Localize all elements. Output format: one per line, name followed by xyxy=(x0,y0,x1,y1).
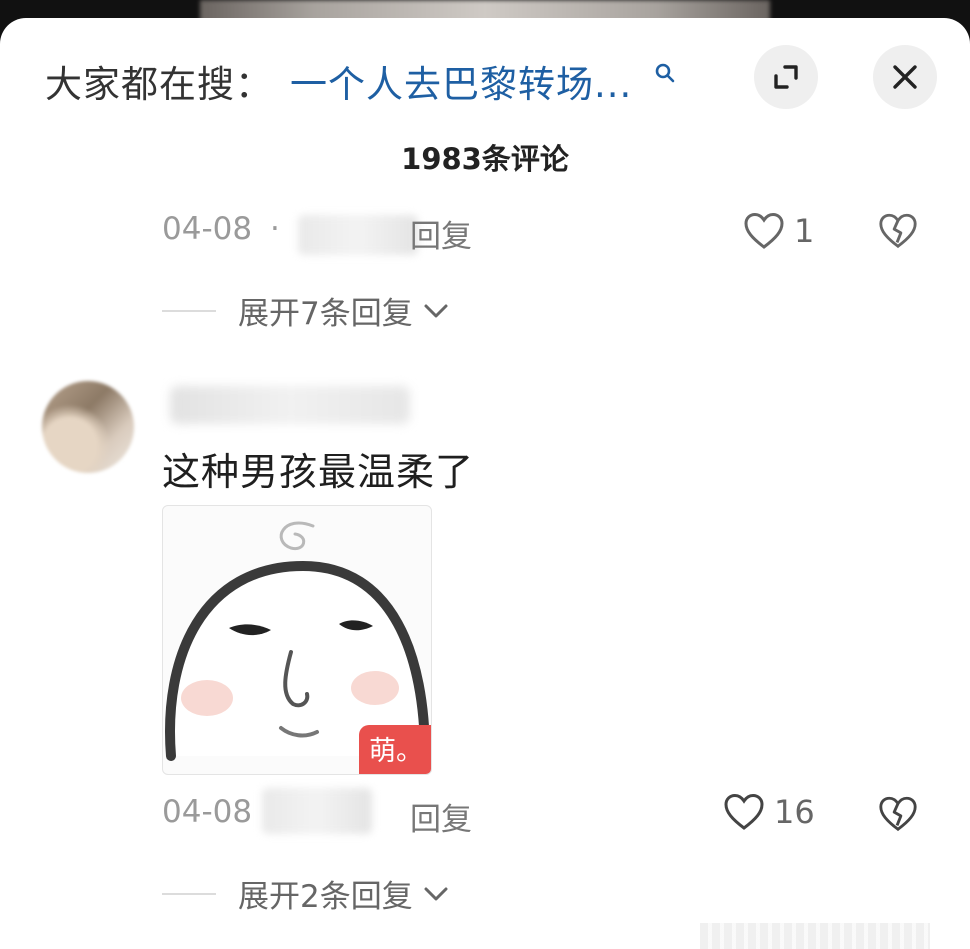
expand-replies-button[interactable]: 展开7条回复 xyxy=(162,288,451,333)
username-blur xyxy=(170,386,410,424)
heart-icon xyxy=(744,212,784,249)
expand-replies-label: 展开7条回复 xyxy=(238,296,413,332)
heart-icon xyxy=(724,793,764,830)
comments-header: 大家都在搜： 一个人去巴黎转场... xyxy=(0,18,970,138)
comment-count-title: 1983条评论 xyxy=(401,142,569,176)
watermark xyxy=(700,923,930,949)
expand-replies-button[interactable]: 展开2条回复 xyxy=(162,871,451,916)
comments-sheet: 大家都在搜： 一个人去巴黎转场... 1983条评论 04-08 · 回复 1 xyxy=(0,18,970,949)
location-blur xyxy=(298,215,418,255)
comment-date: 04-08 xyxy=(162,211,253,247)
chevron-down-icon xyxy=(424,304,448,317)
close-button[interactable] xyxy=(873,45,937,109)
like-button[interactable]: 1 xyxy=(742,211,814,251)
like-button[interactable]: 16 xyxy=(722,792,815,832)
sticker-image[interactable]: 萌。 xyxy=(162,505,432,775)
expand-button[interactable] xyxy=(754,45,818,109)
search-prefix: 大家都在搜： xyxy=(45,63,273,106)
reply-button[interactable]: 回复 xyxy=(410,794,472,839)
divider-line xyxy=(162,892,216,895)
like-count: 1 xyxy=(794,212,815,250)
divider-line xyxy=(162,309,216,312)
reply-button[interactable]: 回复 xyxy=(410,211,472,256)
dislike-icon[interactable] xyxy=(877,211,919,251)
meta-separator: · xyxy=(270,211,280,247)
like-count: 16 xyxy=(774,793,815,831)
location-blur xyxy=(262,788,372,834)
avatar[interactable] xyxy=(42,381,134,473)
search-icon[interactable] xyxy=(654,62,676,84)
comment-text: 这种男孩最温柔了 xyxy=(162,450,475,494)
expand-replies-label: 展开2条回复 xyxy=(238,879,413,915)
search-suggestion-link[interactable]: 一个人去巴黎转场... xyxy=(290,54,632,108)
chevron-down-icon xyxy=(424,887,448,900)
expand-icon xyxy=(774,65,798,89)
close-icon xyxy=(893,65,917,89)
sticker-badge: 萌。 xyxy=(359,725,431,774)
comment-date: 04-08 xyxy=(162,794,253,830)
dislike-icon[interactable] xyxy=(877,794,919,834)
